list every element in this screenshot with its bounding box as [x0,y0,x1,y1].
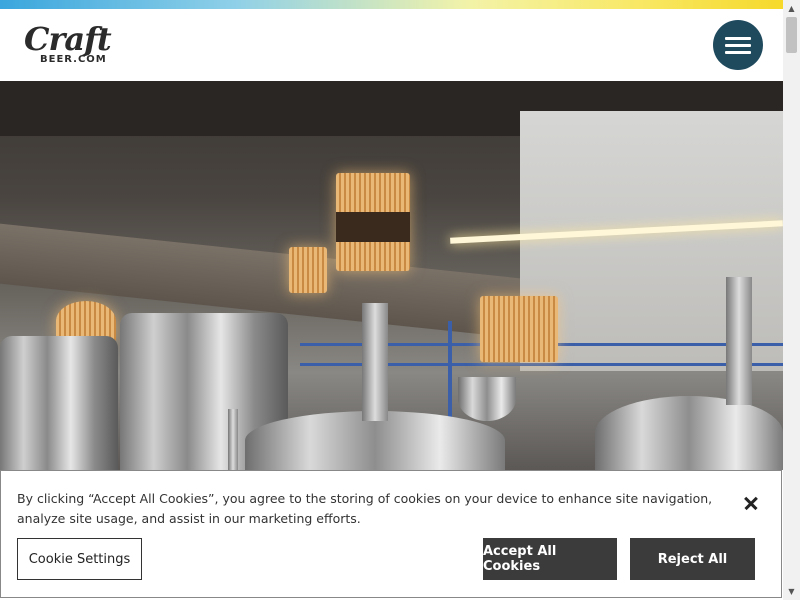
cookie-consent-banner: By clicking “Accept All Cookies”, you ag… [0,470,782,598]
hero-hopper [458,377,516,421]
craftbeer-logo[interactable]: Craft BEER.COM [24,20,112,72]
hero-pendant-lamp [56,301,116,341]
logo-script-text: Craft [24,20,112,58]
menu-line [725,37,751,40]
cookie-settings-button[interactable]: Cookie Settings [17,538,142,580]
hamburger-menu-icon[interactable] [713,20,763,70]
hero-brewery-image [0,81,783,470]
logo-sub-text: BEER.COM [40,54,107,65]
menu-line [725,51,751,54]
hero-brew-tank [0,336,118,470]
close-icon[interactable] [739,491,763,515]
reject-all-button[interactable]: Reject All [630,538,755,580]
hero-pendant-lamp [336,173,410,271]
top-gradient-bar [0,0,783,9]
site-header: Craft BEER.COM [0,9,783,82]
page-scrollbar[interactable]: ▲ ▼ [783,0,800,600]
cookie-consent-text: By clicking “Accept All Cookies”, you ag… [17,491,713,526]
scroll-down-arrow-icon[interactable]: ▼ [783,583,800,600]
scroll-thumb[interactable] [786,17,797,53]
hero-pendant-lamp [480,296,558,362]
scroll-up-arrow-icon[interactable]: ▲ [783,0,800,17]
hero-pipe [228,409,238,470]
hero-pendant-lamp [289,247,327,293]
hero-kettle-stack [726,277,752,405]
hero-kettle-stack [362,303,388,421]
hero-kettle-dome [595,396,783,470]
accept-all-cookies-button[interactable]: Accept All Cookies [483,538,617,580]
menu-line [725,44,751,47]
hero-railing-post [448,321,452,421]
